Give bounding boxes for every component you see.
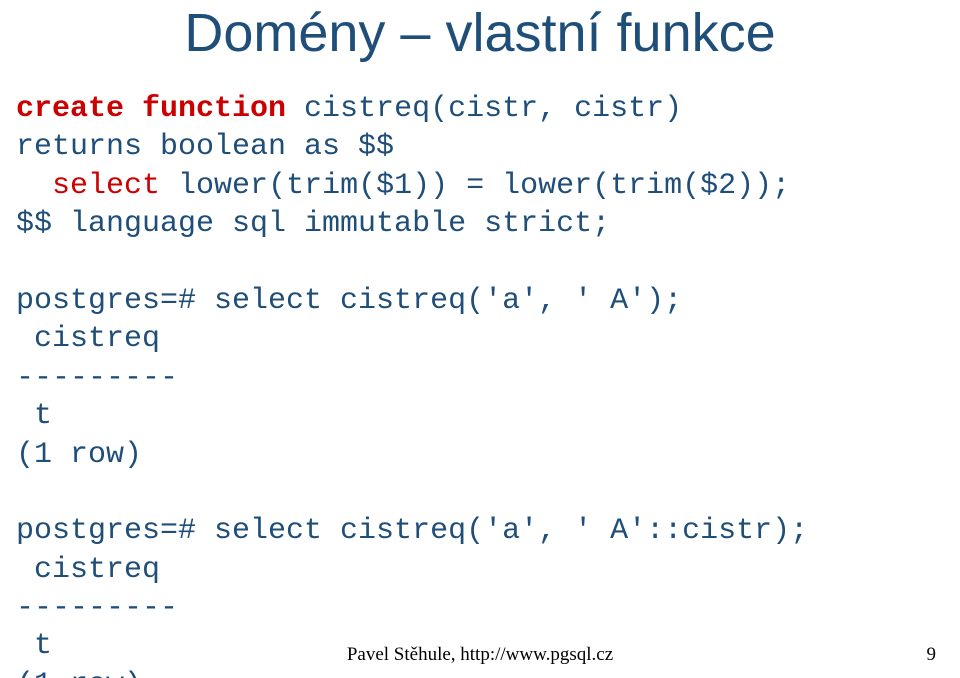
code-text: (1 row) (16, 438, 142, 472)
code-text: lower(trim($1)) = lower(trim($2)); (160, 169, 790, 203)
code-text: cistreq (16, 553, 178, 587)
code-text: returns boolean as $$ (16, 130, 394, 164)
slide: Domény – vlastní funkce create function … (0, 0, 960, 678)
keyword-select: select (52, 169, 160, 203)
code-text: (1 row) (16, 668, 142, 678)
footer-text: Pavel Stěhule, http://www.pgsql.cz (0, 644, 960, 666)
page-number: 9 (927, 644, 937, 666)
keyword-create-function: create function (16, 92, 286, 126)
code-text: cistreq (16, 322, 178, 356)
code-text: --------- (16, 591, 178, 625)
code-text: --------- (16, 361, 178, 395)
code-text (16, 169, 52, 203)
code-text: t (16, 399, 52, 433)
code-block: create function cistreq(cistr, cistr) re… (16, 90, 944, 678)
code-text: postgres=# select cistreq('a', ' A'); (16, 284, 682, 318)
slide-title: Domény – vlastní funkce (0, 2, 960, 64)
code-text: postgres=# select cistreq('a', ' A'::cis… (16, 514, 808, 548)
code-text: cistreq(cistr, cistr) (286, 92, 682, 126)
code-text: $$ language sql immutable strict; (16, 207, 610, 241)
